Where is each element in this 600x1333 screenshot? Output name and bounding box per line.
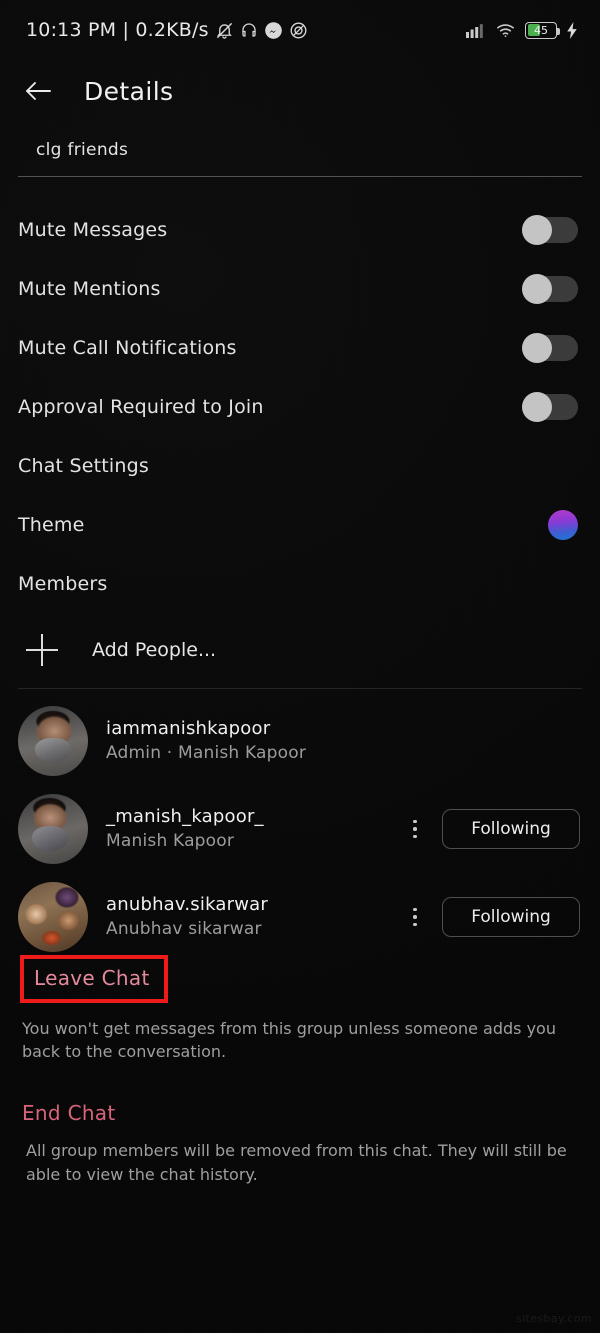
- bell-muted-icon: [215, 21, 234, 40]
- status-bar: 10:13 PM | 0.2KB/s 45: [0, 0, 600, 60]
- toggle-mute-messages[interactable]: [522, 214, 578, 245]
- battery-level: 45: [534, 23, 548, 37]
- member-username: iammanishkapoor: [106, 718, 271, 740]
- plus-icon: [26, 634, 58, 666]
- status-clock: 10:13 PM | 0.2KB/s: [26, 19, 209, 41]
- leave-chat-description: You won't get messages from this group u…: [22, 1019, 556, 1062]
- setting-row-mute-messages[interactable]: Mute Messages: [0, 200, 600, 259]
- setting-row-chat-settings[interactable]: Chat Settings: [0, 436, 600, 495]
- toggle-mute-call-notifications[interactable]: [522, 332, 578, 363]
- battery-icon: 45: [525, 21, 560, 39]
- member-subtitle: Admin · Manish Kapoor: [106, 742, 307, 763]
- member-subtitle: Anubhav sikarwar: [106, 918, 262, 939]
- list-item[interactable]: _manish_kapoor_ Manish Kapoor Following: [0, 785, 600, 873]
- end-chat-block: End Chat All group members will be remov…: [18, 1101, 582, 1185]
- watermark: sitesbay.com: [515, 1312, 592, 1325]
- avatar[interactable]: [18, 882, 88, 952]
- following-button[interactable]: Following: [442, 897, 580, 937]
- app-header: Details: [0, 60, 600, 122]
- member-subtitle: Manish Kapoor: [106, 830, 235, 851]
- member-username: _manish_kapoor_: [106, 806, 264, 828]
- status-bar-left: 10:13 PM | 0.2KB/s: [26, 19, 308, 41]
- member-text: _manish_kapoor_ Manish Kapoor: [106, 805, 402, 852]
- following-button[interactable]: Following: [442, 809, 580, 849]
- settings-list: Mute Messages Mute Mentions Mute Call No…: [0, 200, 600, 613]
- phone-screen: 10:13 PM | 0.2KB/s 45 Details clg friend…: [0, 0, 600, 1333]
- setting-row-approval-required[interactable]: Approval Required to Join: [0, 377, 600, 436]
- end-chat-description: All group members will be removed from t…: [26, 1141, 567, 1184]
- avatar[interactable]: [18, 706, 88, 776]
- members-list: iammanishkapoor Admin · Manish Kapoor _m…: [0, 697, 600, 961]
- leave-chat-highlight-annotation: Leave Chat: [20, 955, 168, 1003]
- add-people-label: Add People...: [92, 639, 217, 661]
- toggle-approval-required[interactable]: [522, 391, 578, 422]
- group-name-section: clg friends: [0, 136, 600, 177]
- setting-label: Members: [18, 572, 108, 595]
- wifi-icon: [495, 22, 516, 38]
- setting-label: Mute Mentions: [18, 277, 161, 300]
- add-people-section: Add People...: [0, 620, 600, 689]
- theme-color-dot[interactable]: [548, 509, 578, 540]
- charging-bolt-icon: [566, 21, 578, 39]
- setting-label: Mute Call Notifications: [18, 336, 237, 359]
- messenger-icon: [264, 21, 283, 40]
- end-chat-button[interactable]: End Chat: [22, 1101, 116, 1125]
- leave-chat-button[interactable]: Leave Chat: [34, 966, 150, 990]
- avatar[interactable]: [18, 794, 88, 864]
- setting-row-theme[interactable]: Theme: [0, 495, 600, 554]
- setting-row-mute-call-notifications[interactable]: Mute Call Notifications: [0, 318, 600, 377]
- list-item[interactable]: iammanishkapoor Admin · Manish Kapoor: [0, 697, 600, 785]
- overflow-menu-icon[interactable]: [402, 900, 428, 934]
- overflow-menu-icon[interactable]: [402, 812, 428, 846]
- add-people-button[interactable]: Add People...: [0, 620, 600, 680]
- signal-icon: [466, 22, 486, 38]
- dnd-icon: [289, 21, 308, 40]
- setting-label: Mute Messages: [18, 218, 168, 241]
- list-item[interactable]: anubhav.sikarwar Anubhav sikarwar Follow…: [0, 873, 600, 961]
- group-name-divider: [18, 176, 582, 177]
- setting-label: Chat Settings: [18, 454, 149, 477]
- danger-section: Leave Chat You won't get messages from t…: [0, 955, 600, 1186]
- setting-row-mute-mentions[interactable]: Mute Mentions: [0, 259, 600, 318]
- status-bar-right: 45: [466, 21, 578, 39]
- back-arrow-icon[interactable]: [18, 71, 58, 111]
- setting-label: Approval Required to Join: [18, 395, 264, 418]
- setting-label: Theme: [18, 513, 85, 536]
- member-text: anubhav.sikarwar Anubhav sikarwar: [106, 893, 402, 940]
- add-people-divider: [18, 688, 582, 689]
- headphones-icon: [240, 21, 258, 39]
- member-text: iammanishkapoor Admin · Manish Kapoor: [106, 717, 580, 764]
- group-name[interactable]: clg friends: [18, 136, 582, 176]
- page-title: Details: [84, 76, 174, 106]
- toggle-mute-mentions[interactable]: [522, 273, 578, 304]
- setting-row-members: Members: [0, 554, 600, 613]
- member-username: anubhav.sikarwar: [106, 894, 268, 916]
